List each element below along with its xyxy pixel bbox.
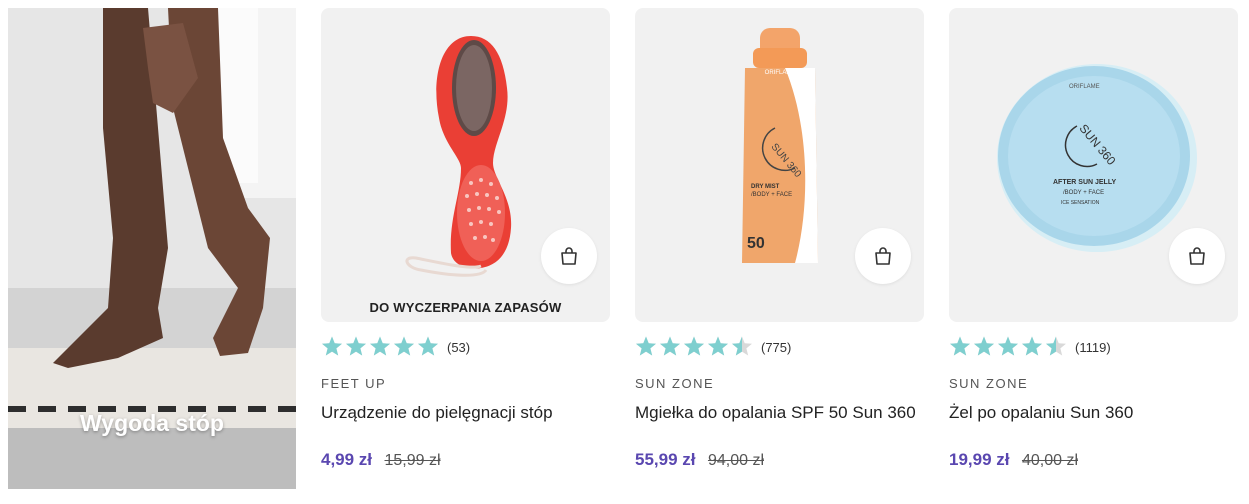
svg-text:ORIFLAME: ORIFLAME [765, 70, 796, 76]
product-name-link[interactable]: Urządzenie do pielęgnacji stóp [321, 403, 553, 423]
star-icon-filled [998, 336, 1018, 356]
star-icon-filled [370, 336, 390, 356]
stock-badge: DO WYCZERPANIA ZAPASÓW [369, 300, 562, 315]
product-name-link[interactable]: Mgiełka do opalania SPF 50 Sun 360 [635, 403, 916, 423]
shopping-bag-icon [1189, 247, 1205, 265]
review-count: (1119) [1075, 339, 1111, 355]
brand-label: SUN ZONE [949, 376, 1029, 391]
product-card-foot-brush[interactable]: DO WYCZERPANIA ZAPASÓW (53) FEET UP Urzą… [321, 8, 610, 469]
rating-stars: (1119) [949, 336, 1111, 358]
product-card-after-sun-jelly[interactable]: ORIFLAME SUN 360 AFTER SUN JELLY /BODY +… [949, 8, 1238, 469]
old-price: 94,00 zł [707, 452, 764, 469]
svg-text:DRY MIST: DRY MIST [751, 184, 780, 190]
product-card-sun-spray[interactable]: ORIFLAME SUN 360 DRY MIST /BODY + FACE 5… [635, 8, 924, 469]
star-icon-filled [322, 336, 342, 356]
old-price: 15,99 zł [384, 452, 441, 469]
svg-text:50: 50 [747, 235, 765, 252]
add-to-cart-button[interactable] [1169, 228, 1225, 284]
svg-text:AFTER SUN JELLY: AFTER SUN JELLY [1053, 179, 1116, 186]
star-icon-filled [394, 336, 414, 356]
promo-title: Wygoda stóp [80, 410, 224, 436]
star-icon-filled [974, 336, 994, 356]
star-rating-icon [950, 336, 1066, 356]
shopping-bag-icon [561, 247, 577, 265]
old-price: 40,00 zł [1021, 452, 1078, 469]
star-icon-filled [1022, 336, 1042, 356]
star-icon-filled [950, 336, 970, 356]
star-rating-icon [636, 336, 752, 356]
svg-text:ORIFLAME: ORIFLAME [1069, 84, 1100, 90]
rating-stars: (775) [635, 336, 791, 358]
star-icon-filled [418, 336, 438, 356]
price-block: 55,99 zł 94,00 zł [635, 450, 764, 470]
star-icon-filled [346, 336, 366, 356]
review-count: (775) [761, 339, 792, 355]
add-to-cart-button[interactable] [541, 228, 597, 284]
svg-text:/BODY + FACE: /BODY + FACE [751, 192, 792, 198]
price-block: 4,99 zł 15,99 zł [321, 450, 441, 470]
brand-label: SUN ZONE [635, 376, 715, 391]
svg-text:ICE SENSATION: ICE SENSATION [1061, 200, 1100, 206]
current-price: 19,99 zł [949, 450, 1010, 469]
star-icon-filled [660, 336, 680, 356]
review-count: (53) [447, 339, 471, 355]
svg-text:/BODY + FACE: /BODY + FACE [1063, 190, 1104, 196]
star-icon-filled [684, 336, 704, 356]
current-price: 4,99 zł [321, 450, 373, 469]
product-image-box[interactable]: ORIFLAME SUN 360 DRY MIST /BODY + FACE 5… [635, 8, 924, 322]
shopping-bag-icon [875, 247, 891, 265]
rating-stars: (53) [321, 336, 470, 358]
product-image-box[interactable]: ORIFLAME SUN 360 AFTER SUN JELLY /BODY +… [949, 8, 1238, 322]
promo-banner[interactable]: Wygoda stóp [8, 8, 296, 489]
add-to-cart-button[interactable] [855, 228, 911, 284]
product-image-box[interactable]: DO WYCZERPANIA ZAPASÓW [321, 8, 610, 322]
star-icon-filled [708, 336, 728, 356]
price-block: 19,99 zł 40,00 zł [949, 450, 1078, 470]
star-icon-filled [636, 336, 656, 356]
current-price: 55,99 zł [635, 450, 696, 469]
brand-label: FEET UP [321, 376, 387, 391]
star-rating-icon [322, 336, 438, 356]
product-name-link[interactable]: Żel po opalaniu Sun 360 [949, 403, 1133, 423]
